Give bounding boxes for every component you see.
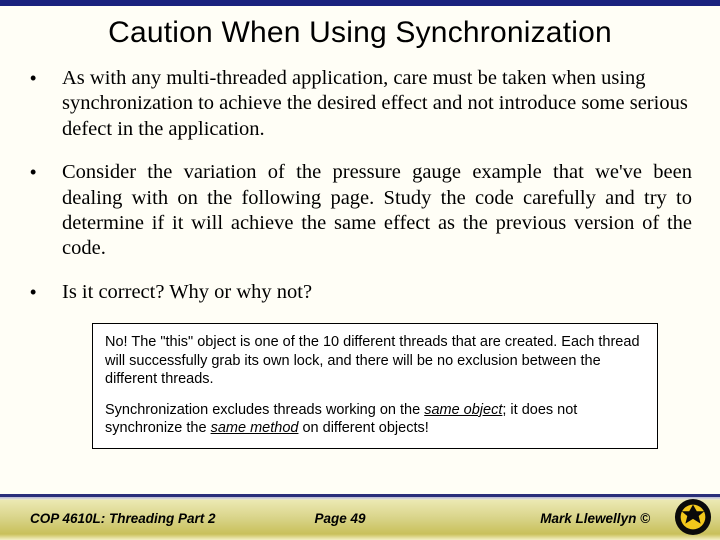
ucf-logo-icon [674,498,712,536]
answer-paragraph: No! The "this" object is one of the 10 d… [105,333,645,389]
bullet-item: • Is it correct? Why or why not? [30,280,692,305]
slide: Caution When Using Synchronization • As … [0,0,720,540]
slide-title: Caution When Using Synchronization [0,16,720,50]
footer-course: COP 4610L: Threading Part 2 [30,511,314,526]
bullet-item: • Consider the variation of the pressure… [30,160,692,262]
slide-content: • As with any multi-threaded application… [0,66,720,449]
emphasis-same-object: same object [424,402,502,418]
answer-box: No! The "this" object is one of the 10 d… [92,323,658,449]
emphasis-same-method: same method [211,420,299,436]
answer-text: on different objects! [298,420,428,436]
footer-content: COP 4610L: Threading Part 2 Page 49 Mark… [0,494,720,540]
footer: COP 4610L: Threading Part 2 Page 49 Mark… [0,494,720,540]
bullet-text: Consider the variation of the pressure g… [62,160,692,262]
bullet-item: • As with any multi-threaded application… [30,66,692,142]
bullet-text: As with any multi-threaded application, … [62,66,692,142]
footer-author: Mark Llewellyn © [366,511,656,526]
answer-text: Synchronization excludes threads working… [105,402,424,418]
answer-paragraph: Synchronization excludes threads working… [105,401,645,438]
bullet-marker: • [30,280,62,305]
bullet-marker: • [30,66,62,142]
bullet-text: Is it correct? Why or why not? [62,280,312,305]
bullet-list: • As with any multi-threaded application… [30,66,692,305]
bullet-marker: • [30,160,62,262]
footer-page: Page 49 [314,511,365,526]
